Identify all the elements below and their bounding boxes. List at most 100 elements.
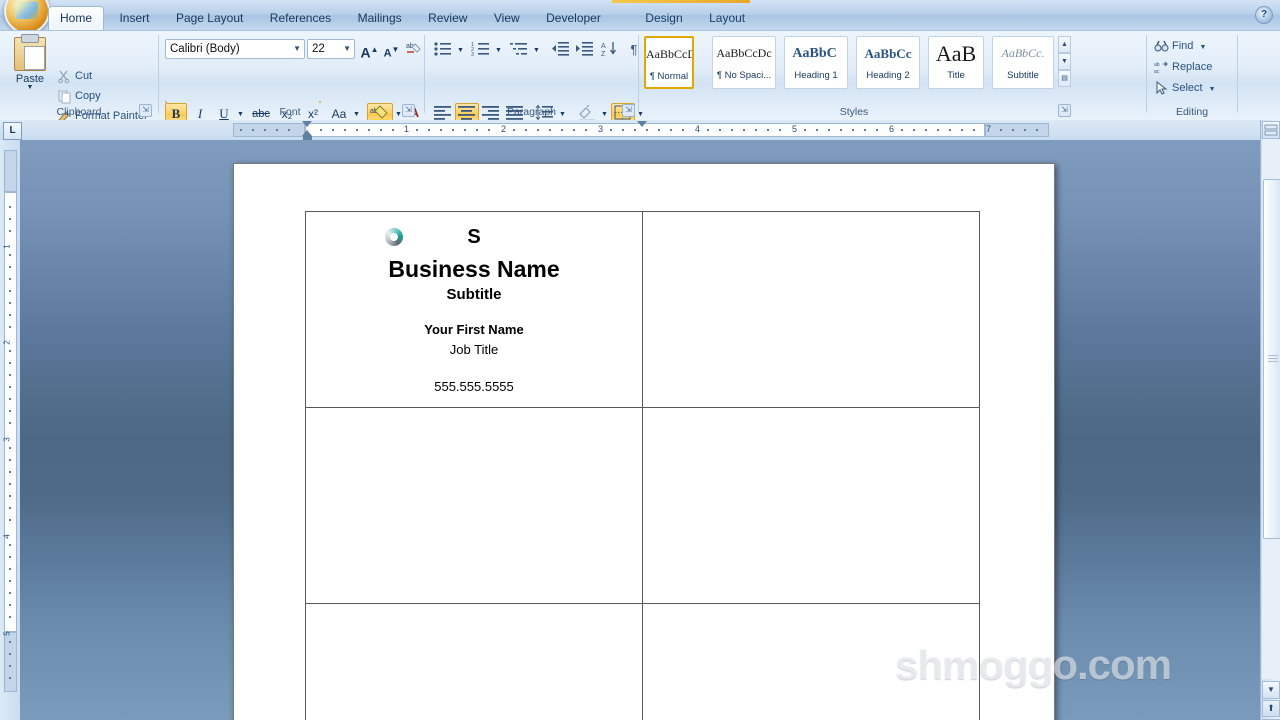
- style-name: ¶ No Spaci...: [713, 70, 775, 81]
- bullets-button[interactable]: [431, 39, 455, 60]
- decrease-indent-button[interactable]: [549, 39, 573, 60]
- multilevel-list-button[interactable]: [507, 39, 531, 60]
- table-cell-empty[interactable]: [643, 212, 980, 408]
- style-subtitle[interactable]: AaBbCc. Subtitle: [992, 36, 1054, 89]
- previous-page-button[interactable]: ⬆: [1262, 700, 1280, 717]
- styles-gallery-scroll[interactable]: ▲ ▼ ▤: [1058, 36, 1071, 89]
- table-cell-empty[interactable]: [306, 408, 643, 604]
- table-cell-filled[interactable]: S Business Name Subtitle Your First Name…: [306, 212, 643, 408]
- style-preview: AaBbCcDc: [646, 38, 692, 71]
- card-job-title: Job Title: [306, 340, 642, 359]
- card-business-name: Business Name: [306, 254, 642, 284]
- replace-button[interactable]: abac Replace: [1153, 58, 1212, 77]
- tab-stop-selector[interactable]: L: [3, 122, 22, 140]
- scroll-up-button[interactable]: [1262, 121, 1280, 139]
- scroll-down-button[interactable]: ▼: [1262, 681, 1280, 699]
- font-name-combo[interactable]: Calibri (Body) ▼: [165, 39, 305, 59]
- copy-button[interactable]: Copy: [56, 87, 101, 106]
- group-label-styles: Styles: [639, 106, 1069, 118]
- gallery-scroll-down[interactable]: ▼: [1058, 53, 1071, 70]
- table-cell-empty[interactable]: [643, 604, 980, 720]
- vertical-ruler[interactable]: 1 2 3 4 5: [0, 140, 21, 720]
- tab-developer[interactable]: Developer: [535, 6, 612, 30]
- svg-text:3: 3: [471, 52, 474, 57]
- gallery-more[interactable]: ▤: [1058, 70, 1071, 87]
- font-size-combo[interactable]: 22 ▼: [307, 39, 355, 59]
- bullets-dropdown[interactable]: ▼: [455, 39, 466, 60]
- style-name: Heading 1: [785, 70, 847, 81]
- ribbon-body: Paste ▼ Cut Copy: [0, 30, 1280, 120]
- scrollbar-track[interactable]: [1262, 139, 1280, 679]
- font-dialog-launcher[interactable]: ⇲: [402, 104, 415, 117]
- hanging-indent-marker[interactable]: [302, 121, 312, 127]
- horizontal-ruler[interactable]: L 1 2 3 4 5 6 7: [0, 120, 1280, 141]
- style-heading-1[interactable]: AaBbC Heading 1: [784, 36, 848, 89]
- font-name-value: Calibri (Body): [170, 43, 240, 55]
- business-card-table[interactable]: S Business Name Subtitle Your First Name…: [305, 211, 980, 720]
- tab-design[interactable]: Design: [634, 6, 693, 30]
- business-card: S Business Name Subtitle Your First Name…: [306, 212, 642, 396]
- chevron-down-icon[interactable]: ▼: [343, 40, 351, 58]
- tab-layout[interactable]: Layout: [698, 6, 756, 30]
- binoculars-icon: [1154, 39, 1169, 54]
- find-button[interactable]: Find ▼: [1153, 37, 1206, 56]
- style-no-spacing[interactable]: AaBbCcDc ¶ No Spaci...: [712, 36, 776, 89]
- style-heading-2[interactable]: AaBbCc Heading 2: [856, 36, 920, 89]
- style-preview: AaBbCcDc: [713, 37, 775, 70]
- replace-icon: abac: [1154, 60, 1169, 75]
- scrollbar-thumb[interactable]: [1263, 179, 1280, 539]
- numbering-button[interactable]: 123: [469, 39, 493, 60]
- paste-icon: [14, 37, 46, 71]
- clear-formatting-button[interactable]: ab: [403, 39, 424, 59]
- card-subtitle: Subtitle: [306, 284, 642, 306]
- ruler-left-margin: [233, 123, 305, 137]
- tab-mailings[interactable]: Mailings: [347, 6, 413, 30]
- vertical-scrollbar[interactable]: ▼ ⬆ ○ ⬇: [1260, 120, 1280, 720]
- increase-indent-icon: [575, 40, 595, 57]
- clipboard-dialog-launcher[interactable]: ⇲: [139, 104, 152, 117]
- table-row: [306, 604, 980, 720]
- copy-label: Copy: [75, 90, 101, 102]
- select-dropdown-arrow[interactable]: ▼: [1209, 86, 1216, 93]
- increase-indent-button[interactable]: [573, 39, 597, 60]
- tab-home[interactable]: Home: [48, 6, 104, 31]
- styles-dialog-launcher[interactable]: ⇲: [1058, 104, 1071, 117]
- find-dropdown-arrow[interactable]: ▼: [1199, 44, 1206, 51]
- numbering-dropdown[interactable]: ▼: [493, 39, 504, 60]
- ruler-number: 7: [986, 124, 991, 134]
- cut-button[interactable]: Cut: [56, 67, 92, 86]
- sort-button[interactable]: AZ: [599, 39, 621, 60]
- tab-insert[interactable]: Insert: [108, 6, 160, 30]
- tab-view[interactable]: View: [483, 6, 531, 30]
- select-button[interactable]: Select ▼: [1153, 79, 1216, 98]
- tab-page-layout[interactable]: Page Layout: [165, 6, 254, 30]
- pilcrow-icon: ¶: [631, 42, 638, 57]
- scissors-icon: [57, 69, 72, 84]
- ruler-number: 5: [792, 124, 797, 134]
- tab-references[interactable]: References: [259, 6, 342, 30]
- paragraph-dialog-launcher[interactable]: ⇲: [622, 104, 635, 117]
- style-name: Title: [929, 70, 983, 81]
- style-normal[interactable]: AaBbCcDc ¶ Normal: [644, 36, 694, 89]
- style-title[interactable]: AaB Title: [928, 36, 984, 89]
- table-cell-empty[interactable]: [306, 604, 643, 720]
- bullets-icon: [433, 40, 453, 57]
- shrink-font-button[interactable]: A▼: [381, 39, 402, 59]
- paste-button[interactable]: Paste ▼: [8, 35, 52, 101]
- help-icon[interactable]: ?: [1255, 6, 1273, 24]
- vruler-number: 3: [3, 437, 12, 441]
- chevron-down-icon[interactable]: ▼: [293, 40, 301, 58]
- group-label-clipboard: Clipboard: [0, 106, 158, 118]
- multilevel-dropdown[interactable]: ▼: [531, 39, 542, 60]
- gallery-scroll-up[interactable]: ▲: [1058, 36, 1071, 53]
- office-button[interactable]: [4, 0, 50, 34]
- grow-font-button[interactable]: A▲: [359, 39, 380, 59]
- document-page[interactable]: S Business Name Subtitle Your First Name…: [233, 163, 1055, 720]
- tab-review[interactable]: Review: [417, 6, 478, 30]
- right-indent-marker[interactable]: [637, 121, 647, 127]
- numbering-icon: 123: [471, 40, 491, 57]
- word-application-window: Home Insert Page Layout References Maili…: [0, 0, 1280, 720]
- paste-dropdown-arrow[interactable]: ▼: [8, 85, 52, 91]
- document-canvas[interactable]: S Business Name Subtitle Your First Name…: [20, 140, 1260, 720]
- table-cell-empty[interactable]: [643, 408, 980, 604]
